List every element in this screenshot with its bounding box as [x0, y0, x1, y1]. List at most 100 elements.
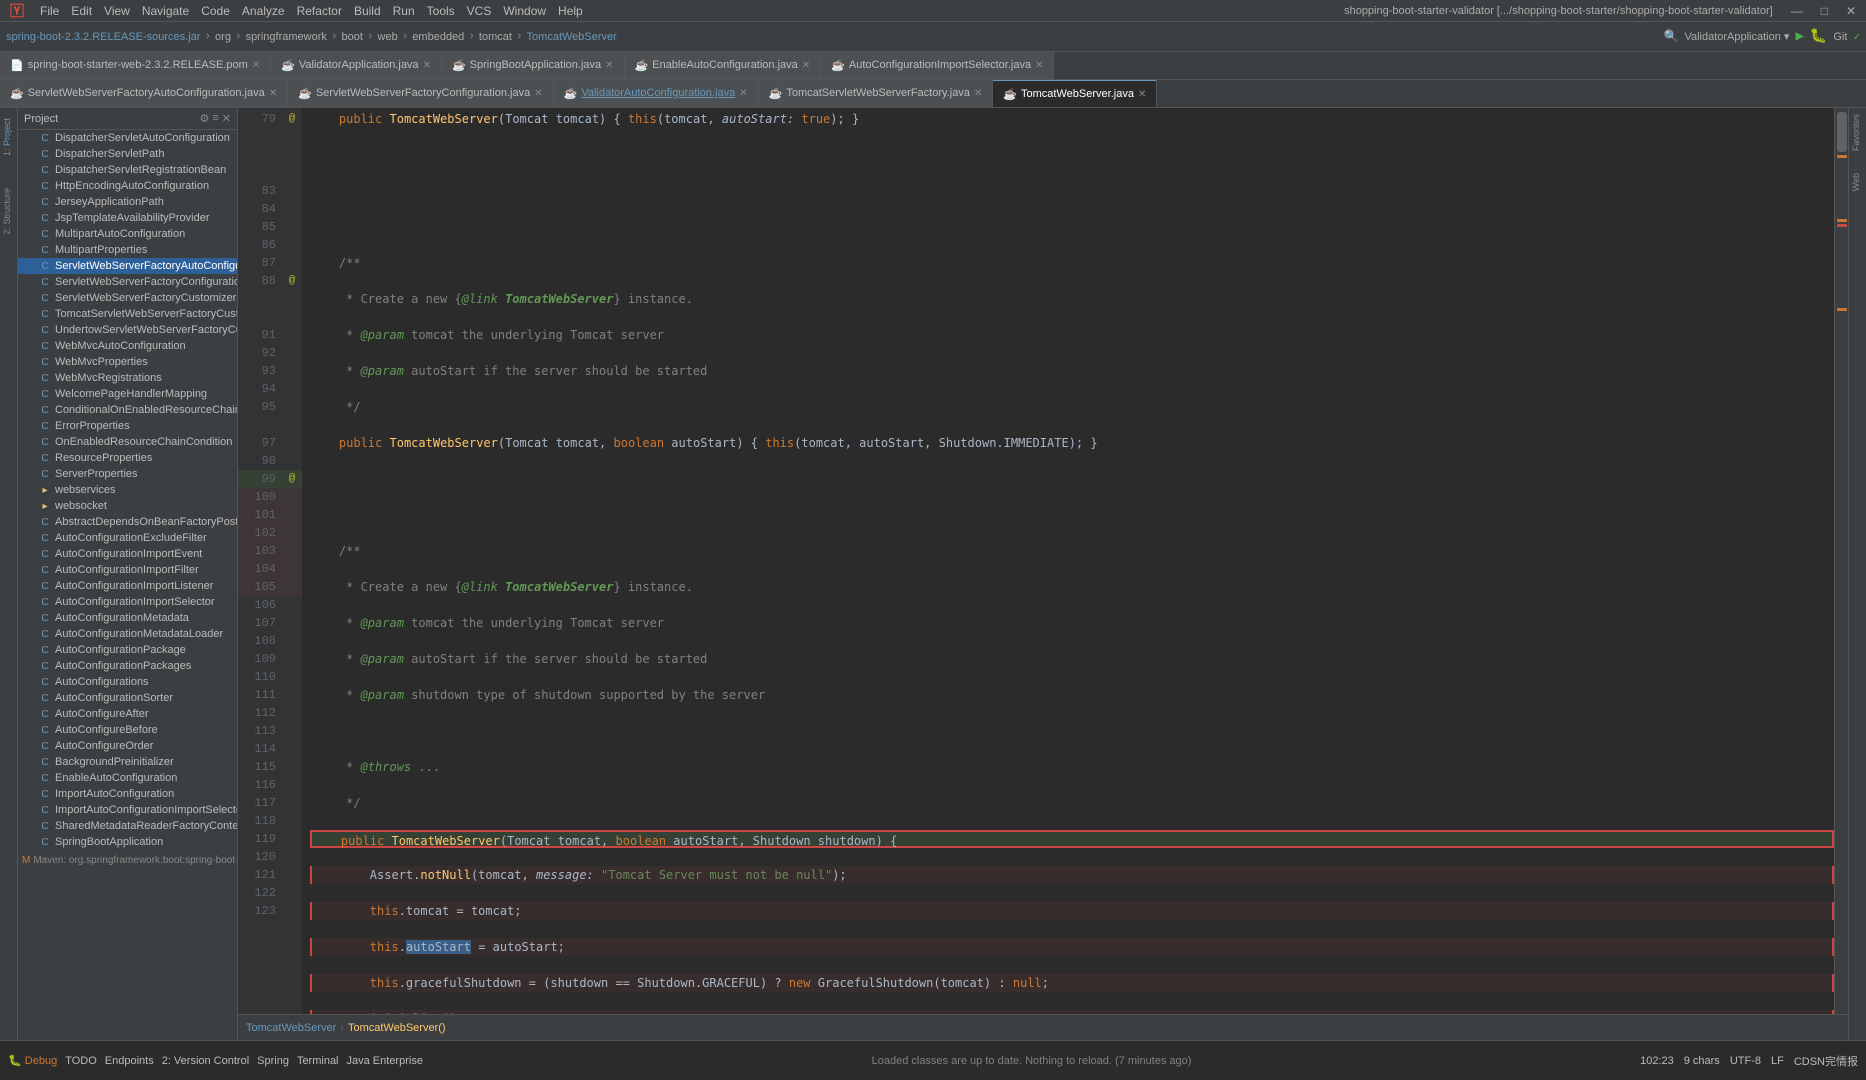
menu-tools[interactable]: Tools [421, 4, 461, 18]
tree-item-springbootapp[interactable]: CSpringBootApplication [18, 834, 237, 850]
menu-navigate[interactable]: Navigate [136, 4, 195, 18]
sidebar-collapse-icon[interactable]: ≡ [212, 112, 218, 125]
tab-validatorautoconfig-close[interactable]: ✕ [739, 88, 747, 99]
tab-tomcatservlet-close[interactable]: ✕ [974, 88, 982, 99]
tree-item-servletcustom[interactable]: CServletWebServerFactoryCustomizer [18, 290, 237, 306]
sidebar-gear-icon[interactable]: ⚙ [199, 112, 209, 125]
run-config[interactable]: ValidatorApplication ▾ [1684, 30, 1789, 43]
tree-item-dispatcher[interactable]: CDispatcherServletAutoConfiguration [18, 130, 237, 146]
menu-view[interactable]: View [98, 4, 136, 18]
todo-tab[interactable]: TODO [65, 1055, 97, 1067]
spring-tab[interactable]: Spring [257, 1055, 289, 1067]
endpoints-tab[interactable]: Endpoints [105, 1055, 154, 1067]
tree-item-autoconfigselector[interactable]: CAutoConfigurationImportSelector [18, 594, 237, 610]
tree-item-maven[interactable]: M Maven: org.springframework.boot:spring… [18, 854, 237, 867]
tree-item-importauto[interactable]: CImportAutoConfiguration [18, 786, 237, 802]
tree-item-httpencoding[interactable]: CHttpEncodingAutoConfiguration [18, 178, 237, 194]
menu-vcs[interactable]: VCS [461, 4, 498, 18]
input-method[interactable]: CDSN完情报 [1794, 1053, 1858, 1069]
menu-help[interactable]: Help [552, 4, 589, 18]
tree-item-bgpreinit[interactable]: CBackgroundPreinitializer [18, 754, 237, 770]
sidebar-close-icon[interactable]: ✕ [222, 112, 231, 125]
tab-tomcatservlet[interactable]: ☕ TomcatServletWebServerFactory.java ✕ [759, 80, 994, 107]
tab-autoconfigimport-close[interactable]: ✕ [1035, 60, 1043, 71]
tree-item-webmvcauto[interactable]: CWebMvcAutoConfiguration [18, 338, 237, 354]
bc-class[interactable]: TomcatWebServer [246, 1022, 336, 1034]
tab-servletfactoryconfig[interactable]: ☕ ServletWebServerFactoryConfiguration.j… [288, 80, 554, 107]
run-btn[interactable]: ▶ [1795, 28, 1803, 45]
tree-item-autoconfigmetaload[interactable]: CAutoConfigurationMetadataLoader [18, 626, 237, 642]
tab-tomcatwebserver-close[interactable]: ✕ [1138, 89, 1146, 100]
version-control-tab[interactable]: 2: Version Control [162, 1055, 249, 1067]
tree-item-multipartauto[interactable]: CMultipartAutoConfiguration [18, 226, 237, 242]
breadcrumb-boot[interactable]: boot [341, 31, 362, 43]
menu-edit[interactable]: Edit [65, 4, 98, 18]
tree-item-serverprop[interactable]: CServerProperties [18, 466, 237, 482]
tab-tomcatwebserver[interactable]: ☕ TomcatWebServer.java ✕ [993, 80, 1157, 107]
tree-item-autoconfigsorter[interactable]: CAutoConfigurationSorter [18, 690, 237, 706]
tree-item-conditionalchain[interactable]: CConditionalOnEnabledResourceChain [18, 402, 237, 418]
breadcrumb-tomcat[interactable]: tomcat [479, 31, 512, 43]
tree-item-autoconfigpkgs[interactable]: CAutoConfigurationPackages [18, 658, 237, 674]
tree-item-undertow[interactable]: CUndertowServletWebServerFactoryCustomiz… [18, 322, 237, 338]
tree-item-autoconfigexclude[interactable]: CAutoConfigurationExcludeFilter [18, 530, 237, 546]
menu-file[interactable]: File [34, 4, 65, 18]
menu-window[interactable]: Window [497, 4, 552, 18]
favorites-tab[interactable]: Favorites [1849, 108, 1866, 157]
tab-validatorautoconfig[interactable]: ☕ ValidatorAutoConfiguration.java ✕ [554, 80, 759, 107]
breadcrumb-org[interactable]: org [215, 31, 231, 43]
breadcrumb-web[interactable]: web [378, 31, 398, 43]
tab-springbootapp-close[interactable]: ✕ [605, 60, 613, 71]
breadcrumb-jar[interactable]: spring-boot-2.3.2.RELEASE-sources.jar [6, 31, 200, 43]
tree-item-autoconfigorder[interactable]: CAutoConfigureOrder [18, 738, 237, 754]
tree-item-abstractdepends[interactable]: CAbstractDependsOnBeanFactoryPostProcess… [18, 514, 237, 530]
tab-pom-close[interactable]: ✕ [252, 60, 260, 71]
breadcrumb-embedded[interactable]: embedded [412, 31, 464, 43]
tab-enableautoconfig-close[interactable]: ✕ [802, 60, 810, 71]
tree-item-autoconfigs[interactable]: CAutoConfigurations [18, 674, 237, 690]
menu-build[interactable]: Build [348, 4, 387, 18]
tree-item-dispatcherreg[interactable]: CDispatcherServletRegistrationBean [18, 162, 237, 178]
menu-run[interactable]: Run [387, 4, 421, 18]
tree-item-webmvcreg[interactable]: CWebMvcRegistrations [18, 370, 237, 386]
tree-item-servletfactconfig[interactable]: CServletWebServerFactoryConfiguration [18, 274, 237, 290]
tab-pom[interactable]: 📄 spring-boot-starter-web-2.3.2.RELEASE.… [0, 52, 271, 79]
tree-item-importautoselector[interactable]: CImportAutoConfigurationImportSelector [18, 802, 237, 818]
tab-springbootapp[interactable]: ☕ SpringBootApplication.java ✕ [442, 52, 625, 79]
code-content[interactable]: public TomcatWebServer(Tomcat tomcat) { … [302, 108, 1834, 1014]
tree-item-autoconfigurebefore[interactable]: CAutoConfigureBefore [18, 722, 237, 738]
breadcrumb-springframework[interactable]: springframework [246, 31, 327, 43]
window-maximize[interactable]: □ [1815, 4, 1834, 18]
debug-tab[interactable]: 🐛 Debug [8, 1054, 57, 1067]
tree-item-websocket[interactable]: ▸websocket [18, 498, 237, 514]
tree-item-autoconfigfilter[interactable]: CAutoConfigurationImportFilter [18, 562, 237, 578]
project-panel-icon[interactable]: 1: Project [0, 112, 17, 162]
tree-item-servletwebserver-selected[interactable]: CServletWebServerFactoryAutoConfiguratio… [18, 258, 237, 274]
menu-analyze[interactable]: Analyze [236, 4, 291, 18]
tree-item-jerseyapp[interactable]: CJerseyApplicationPath [18, 194, 237, 210]
tree-item-errorprop[interactable]: CErrorProperties [18, 418, 237, 434]
breadcrumb-class[interactable]: TomcatWebServer [527, 31, 617, 43]
tree-item-autoconfigevent[interactable]: CAutoConfigurationImportEvent [18, 546, 237, 562]
tree-item-autoconfigpkg[interactable]: CAutoConfigurationPackage [18, 642, 237, 658]
tab-servletwebserver-close[interactable]: ✕ [269, 88, 277, 99]
tree-item-enableautoconfig[interactable]: CEnableAutoConfiguration [18, 770, 237, 786]
menu-refactor[interactable]: Refactor [291, 4, 348, 18]
terminal-tab[interactable]: Terminal [297, 1055, 339, 1067]
tab-servletwebserver[interactable]: ☕ ServletWebServerFactoryAutoConfigurati… [0, 80, 288, 107]
tree-item-autoconfigafter[interactable]: CAutoConfigureAfter [18, 706, 237, 722]
tree-item-welcomepage[interactable]: CWelcomePageHandlerMapping [18, 386, 237, 402]
tab-validatorapp-close[interactable]: ✕ [423, 60, 431, 71]
tree-item-autoconfigmeta[interactable]: CAutoConfigurationMetadata [18, 610, 237, 626]
tree-item-tomcatcustom[interactable]: CTomcatServletWebServerFactoryCustomizer [18, 306, 237, 322]
tree-item-onenabled[interactable]: COnEnabledResourceChainCondition [18, 434, 237, 450]
window-minimize[interactable]: — [1785, 4, 1809, 18]
window-close[interactable]: ✕ [1840, 4, 1862, 18]
java-enterprise-tab[interactable]: Java Enterprise [347, 1055, 423, 1067]
tree-item-multipartprop[interactable]: CMultipartProperties [18, 242, 237, 258]
git-check[interactable]: ✓ [1853, 30, 1860, 44]
tree-item-dispatcherpath[interactable]: CDispatcherServletPath [18, 146, 237, 162]
tree-item-resourceprop[interactable]: CResourceProperties [18, 450, 237, 466]
tree-item-autoconfiglistener[interactable]: CAutoConfigurationImportListener [18, 578, 237, 594]
tab-validatorapp[interactable]: ☕ ValidatorApplication.java ✕ [271, 52, 442, 79]
